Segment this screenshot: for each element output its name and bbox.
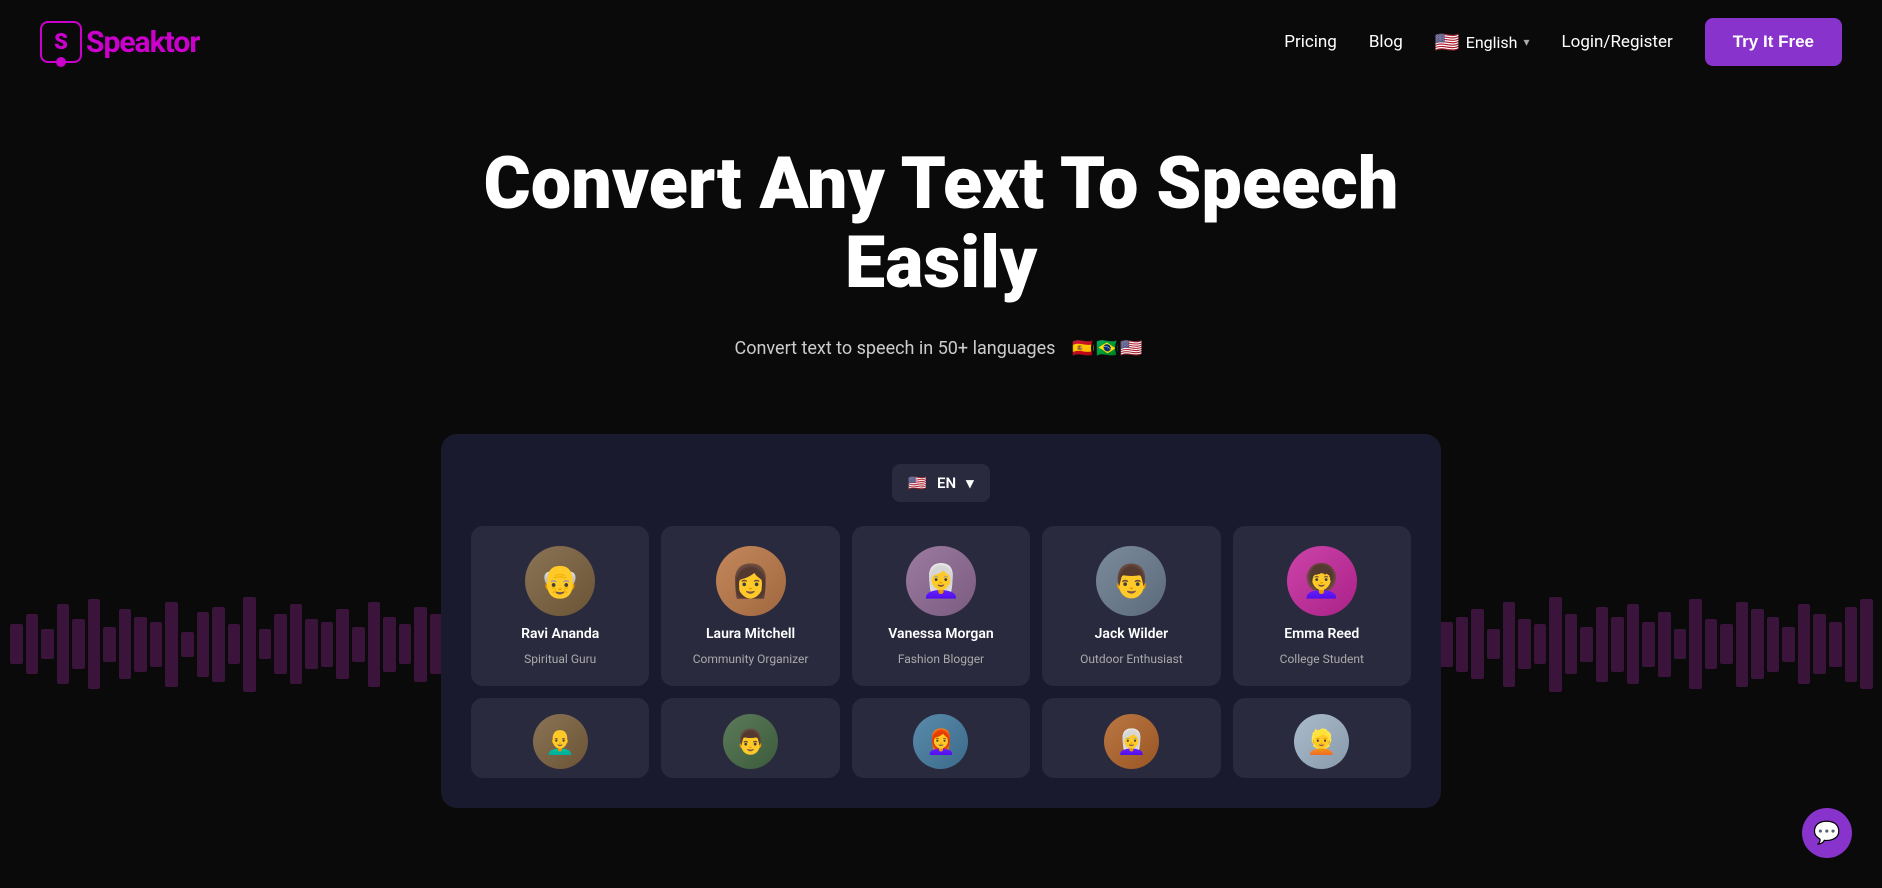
hero-title: Convert Any Text To Speech Easily xyxy=(441,144,1441,302)
chat-icon: 💬 xyxy=(1813,821,1840,846)
avatar: 👩‍🦱 xyxy=(1287,546,1357,616)
voice-name: Vanessa Morgan xyxy=(888,626,993,642)
logo[interactable]: S Speaktor xyxy=(40,21,199,63)
app-lang-flag: 🇺🇸 xyxy=(908,474,927,492)
avatar: 👨‍🦲 xyxy=(533,714,588,769)
voice-role: Outdoor Enthusiast xyxy=(1080,652,1183,666)
subtitle-text: Convert text to speech in 50+ languages xyxy=(735,338,1056,359)
voice-name: Laura Mitchell xyxy=(706,626,795,642)
avatar: 👨 xyxy=(723,714,778,769)
chat-bubble-button[interactable]: 💬 xyxy=(1802,808,1852,858)
flag-stack: 🇪🇸 🇧🇷 🇺🇸 xyxy=(1067,332,1147,364)
flag-us: 🇺🇸 xyxy=(1115,332,1147,364)
logo-name: Speaktor xyxy=(86,25,199,60)
app-lang-code: EN xyxy=(937,474,956,492)
login-register-link[interactable]: Login/Register xyxy=(1562,32,1673,52)
voice-card-row2-0[interactable]: 👨‍🦲 xyxy=(471,698,649,778)
voice-name: Ravi Ananda xyxy=(521,626,599,642)
chevron-down-icon: ▾ xyxy=(1523,35,1529,49)
voice-card-row2-2[interactable]: 👩‍🦰 xyxy=(852,698,1030,778)
voice-role: College Student xyxy=(1280,652,1364,666)
voice-role: Spiritual Guru xyxy=(524,652,596,666)
avatar: 👩‍🦳 xyxy=(906,546,976,616)
voice-role: Community Organizer xyxy=(693,652,809,666)
voice-name: Emma Reed xyxy=(1284,626,1359,642)
voice-card-ravi-ananda[interactable]: 👴 Ravi Ananda Spiritual Guru xyxy=(471,526,649,686)
avatar: 👱 xyxy=(1294,714,1349,769)
voice-card-row2-4[interactable]: 👱 xyxy=(1233,698,1411,778)
navbar: S Speaktor Pricing Blog 🇺🇸 English ▾ Log… xyxy=(0,0,1882,84)
avatar: 👩 xyxy=(716,546,786,616)
avatar: 👨 xyxy=(1096,546,1166,616)
lang-label: English xyxy=(1466,33,1518,52)
nav-links: Pricing Blog 🇺🇸 English ▾ Login/Register… xyxy=(1284,18,1842,66)
logo-box: S xyxy=(40,21,82,63)
app-lang-dropdown[interactable]: 🇺🇸 EN ▾ xyxy=(892,464,989,502)
logo-letter: S xyxy=(54,30,68,55)
voice-card-row2-3[interactable]: 👩‍🦳 xyxy=(1042,698,1220,778)
voice-card-laura-mitchell[interactable]: 👩 Laura Mitchell Community Organizer xyxy=(661,526,839,686)
avatar: 👩‍🦰 xyxy=(913,714,968,769)
app-card: 🇺🇸 EN ▾ 👴 Ravi Ananda Spiritual Guru 👩 L… xyxy=(441,434,1441,808)
voice-role: Fashion Blogger xyxy=(898,652,984,666)
hero-subtitle: Convert text to speech in 50+ languages … xyxy=(20,332,1862,364)
hero-section: Convert Any Text To Speech Easily Conver… xyxy=(0,84,1882,434)
language-selector[interactable]: 🇺🇸 English ▾ xyxy=(1435,30,1530,54)
voice-grid-row1: 👴 Ravi Ananda Spiritual Guru 👩 Laura Mit… xyxy=(471,526,1411,686)
blog-link[interactable]: Blog xyxy=(1369,32,1403,52)
avatar: 👩‍🦳 xyxy=(1104,714,1159,769)
logo-bubble xyxy=(56,57,66,67)
voice-card-row2-1[interactable]: 👨 xyxy=(661,698,839,778)
pricing-link[interactable]: Pricing xyxy=(1284,32,1337,52)
voice-name: Jack Wilder xyxy=(1095,626,1169,642)
app-lang-chevron-icon: ▾ xyxy=(966,474,974,492)
voice-card-emma-reed[interactable]: 👩‍🦱 Emma Reed College Student xyxy=(1233,526,1411,686)
voice-card-vanessa-morgan[interactable]: 👩‍🦳 Vanessa Morgan Fashion Blogger xyxy=(852,526,1030,686)
lang-flag: 🇺🇸 xyxy=(1435,30,1460,54)
try-free-button[interactable]: Try It Free xyxy=(1705,18,1842,66)
voice-grid-row2: 👨‍🦲 👨 👩‍🦰 👩‍🦳 👱 xyxy=(471,698,1411,778)
avatar: 👴 xyxy=(525,546,595,616)
voice-card-jack-wilder[interactable]: 👨 Jack Wilder Outdoor Enthusiast xyxy=(1042,526,1220,686)
waveform-section: 🇺🇸 EN ▾ 👴 Ravi Ananda Spiritual Guru 👩 L… xyxy=(0,434,1882,854)
